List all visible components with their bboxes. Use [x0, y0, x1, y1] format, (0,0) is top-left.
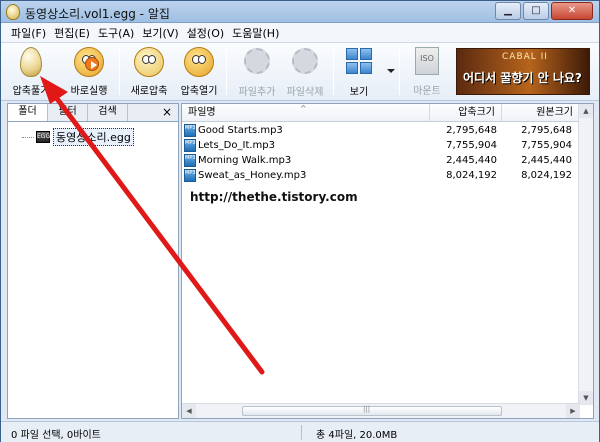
title-bar: 동영상소리.vol1.egg - 알집 ▁ □ ✕ [1, 1, 599, 23]
new-archive-button[interactable]: 새로압축 [121, 45, 177, 99]
scroll-up-icon[interactable]: ▲ [579, 104, 593, 118]
mp3-file-icon: MP3 [184, 124, 196, 137]
menu-view[interactable]: 보기(V) [138, 25, 182, 41]
compressed-size: 2,795,648 [446, 125, 497, 136]
extract-label: 압축풀기 [12, 86, 50, 97]
open-archive-label: 압축열기 [180, 86, 218, 97]
ad-text: 어디서 꿀향기 안 나요? [463, 71, 582, 85]
total-status: 총 4파일, 20.0MB [316, 430, 398, 441]
view-label: 보기 [349, 87, 369, 98]
menu-edit[interactable]: 편집(E) [50, 25, 94, 41]
file-name: Lets_Do_It.mp3 [198, 140, 275, 151]
watermark-url: http://thethe.tistory.com [190, 190, 358, 204]
scroll-thumb[interactable] [242, 405, 502, 416]
menu-tools[interactable]: 도구(A) [94, 25, 138, 41]
quick-run-label: 바로실행 [70, 86, 108, 97]
folder-pane: 폴더 필터 검색 × EGG 동영상소리.egg [7, 103, 179, 419]
vertical-scrollbar[interactable]: ▲ ▼ [578, 104, 593, 405]
original-size: 2,445,440 [521, 155, 572, 166]
view-grid-icon [346, 48, 372, 74]
new-archive-label: 새로압축 [130, 86, 168, 97]
original-size: 8,024,192 [521, 170, 572, 181]
list-header: 파일명 ^ 압축크기 원본크기 [182, 104, 580, 122]
ad-brand: CABAL II [502, 52, 548, 62]
compressed-size: 2,445,440 [446, 155, 497, 166]
scroll-down-icon[interactable]: ▼ [579, 391, 593, 405]
tree-connector [22, 136, 34, 138]
close-pane-icon[interactable]: × [162, 105, 172, 119]
scroll-right-icon[interactable]: ▶ [566, 404, 580, 418]
sort-arrow-icon: ^ [300, 104, 307, 113]
scroll-left-icon[interactable]: ◀ [182, 404, 196, 418]
file-name: Good Starts.mp3 [198, 125, 283, 136]
tree-item-archive[interactable]: EGG 동영상소리.egg [22, 128, 134, 146]
menu-settings[interactable]: 설정(O) [183, 25, 228, 41]
tab-filter[interactable]: 필터 [48, 104, 88, 121]
open-archive-button[interactable]: 압축열기 [171, 45, 227, 99]
selection-status: 0 파일 선택, 0바이트 [11, 430, 101, 441]
mp3-file-icon: MP3 [184, 154, 196, 167]
mount-label: 마운트 [413, 86, 441, 97]
mount-button[interactable]: ISO 마운트 [399, 45, 455, 99]
menu-file[interactable]: 파일(F) [7, 25, 50, 41]
column-original-size[interactable]: 원본크기 [502, 104, 580, 122]
character-icon [184, 47, 214, 77]
quick-run-button[interactable]: 바로실행 [61, 45, 117, 99]
horizontal-scrollbar[interactable]: ◀ ▶ [182, 403, 580, 418]
toolbar-divider [119, 49, 120, 95]
maximize-button[interactable]: □ [523, 2, 549, 20]
file-row[interactable]: MP3 Sweat_as_Honey.mp3 8,024,192 8,024,1… [182, 168, 580, 183]
gear-remove-icon [292, 48, 318, 74]
view-dropdown-icon[interactable] [387, 69, 395, 73]
file-row[interactable]: MP3 Morning Walk.mp3 2,445,440 2,445,440 [182, 153, 580, 168]
toolbar: 압축풀기 바로실행 새로압축 압축열기 파일추가 파일삭제 보기 ISO 마운트… [1, 43, 599, 101]
tab-folder[interactable]: 폴더 [8, 104, 48, 121]
window-title: 동영상소리.vol1.egg - 알집 [25, 7, 170, 21]
file-list-pane: 파일명 ^ 압축크기 원본크기 MP3 Good Starts.mp3 2,795… [181, 103, 594, 419]
file-name: Morning Walk.mp3 [198, 155, 292, 166]
iso-disk-icon: ISO [415, 47, 439, 75]
gear-add-icon [244, 48, 270, 74]
original-size: 7,755,904 [521, 140, 572, 151]
tree-item-label: 동영상소리.egg [53, 128, 134, 146]
close-window-button[interactable]: ✕ [551, 2, 593, 20]
compressed-size: 8,024,192 [446, 170, 497, 181]
pane-tabs: 폴더 필터 검색 × [8, 104, 178, 122]
column-compressed-size[interactable]: 압축크기 [430, 104, 502, 122]
play-icon [85, 57, 99, 71]
egg-app-icon [6, 4, 20, 20]
egg-icon [20, 47, 42, 77]
character-icon [134, 47, 164, 77]
file-row[interactable]: MP3 Lets_Do_It.mp3 7,755,904 7,755,904 [182, 138, 580, 153]
status-bar: 0 파일 선택, 0바이트 총 4파일, 20.0MB [1, 421, 599, 442]
minimize-button[interactable]: ▁ [495, 2, 521, 20]
file-row[interactable]: MP3 Good Starts.mp3 2,795,648 2,795,648 [182, 123, 580, 138]
mp3-file-icon: MP3 [184, 139, 196, 152]
advertisement-banner[interactable]: CABAL II 어디서 꿀향기 안 나요? [456, 48, 590, 95]
status-divider [301, 425, 302, 440]
toolbar-divider [226, 49, 227, 95]
delete-file-label: 파일삭제 [286, 87, 324, 98]
mp3-file-icon: MP3 [184, 169, 196, 182]
delete-file-button[interactable]: 파일삭제 [277, 45, 333, 99]
tab-search[interactable]: 검색 [88, 104, 128, 121]
column-name[interactable]: 파일명 ^ [182, 104, 430, 122]
compressed-size: 7,755,904 [446, 140, 497, 151]
menu-help[interactable]: 도움말(H) [228, 25, 283, 41]
file-name: Sweat_as_Honey.mp3 [198, 170, 307, 181]
original-size: 2,795,648 [521, 125, 572, 136]
view-button[interactable]: 보기 [331, 45, 387, 99]
app-window: 동영상소리.vol1.egg - 알집 ▁ □ ✕ 파일(F) 편집(E) 도구… [0, 0, 600, 442]
extract-button[interactable]: 압축풀기 [3, 45, 59, 99]
egg-archive-icon: EGG [36, 131, 50, 143]
menu-bar: 파일(F) 편집(E) 도구(A) 보기(V) 설정(O) 도움말(H) [1, 23, 599, 43]
